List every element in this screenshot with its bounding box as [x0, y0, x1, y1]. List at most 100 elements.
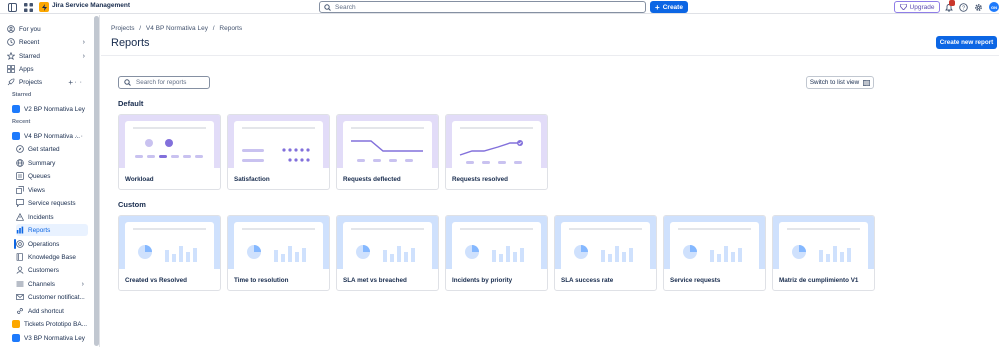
breadcrumb-reports[interactable]: Reports — [219, 25, 242, 32]
custom-report-preview — [779, 222, 868, 269]
sidebar-project-v3[interactable]: V3 BP Normativa Ley — [12, 332, 90, 344]
sidebar-project-v4[interactable]: V4 BP Normativa ... ··· — [12, 130, 90, 142]
report-card-label: Workload — [125, 176, 154, 183]
sidebar-item-label: Customers — [28, 266, 59, 274]
sidebar-item-channels[interactable]: Channels › — [16, 278, 88, 290]
report-card-requests-resolved[interactable]: Requests resolved — [445, 114, 548, 190]
globe-icon — [16, 159, 24, 167]
breadcrumb-separator: / — [212, 25, 215, 32]
sidebar-item-customers[interactable]: Customers — [16, 264, 88, 276]
sidebar-item-knowledge-base[interactable]: Knowledge Base — [16, 251, 88, 263]
svg-text:?: ? — [961, 5, 964, 11]
help-icon[interactable]: ? — [958, 2, 968, 12]
projects-rocket-icon — [7, 78, 15, 86]
jira-service-management-logo-icon[interactable] — [39, 2, 49, 12]
report-card-satisfaction[interactable]: Satisfaction — [227, 114, 330, 190]
sidebar-item-service-requests[interactable]: Service requests — [16, 197, 88, 209]
breadcrumb-project[interactable]: V4 BP Normativa Ley — [146, 25, 208, 32]
search-reports-input[interactable]: Search for reports — [118, 76, 210, 89]
sidebar-item-label: Service requests — [28, 199, 76, 207]
chat-bubble-icon — [16, 199, 24, 207]
apps-grid-icon — [7, 65, 15, 73]
switch-to-list-view-button[interactable]: Switch to list view — [806, 76, 874, 89]
sidebar-item-label: Starred — [19, 52, 40, 60]
sidebar-item-starred[interactable]: Starred › — [7, 50, 89, 62]
sidebar-item-operations[interactable]: Operations — [16, 238, 88, 250]
starred-section-label: Starred — [12, 92, 32, 98]
project-label: V3 BP Normativa Ley — [24, 334, 85, 342]
more-actions-icon[interactable]: ··· — [70, 133, 86, 140]
settings-gear-icon[interactable] — [973, 2, 983, 12]
search-placeholder: Search — [335, 3, 356, 11]
queue-list-icon — [16, 172, 24, 180]
create-button[interactable]: + Create — [650, 1, 688, 13]
report-card-sla-met-vs-breached[interactable]: SLA met vs breached — [336, 215, 439, 291]
sidebar-item-customer-notifications[interactable]: Customer notificat... — [16, 291, 88, 303]
custom-report-preview — [452, 222, 541, 269]
report-card-label: Satisfaction — [234, 176, 270, 183]
sidebar-item-label: Views — [28, 186, 45, 194]
sidebar-item-projects[interactable]: Projects + ··· — [7, 76, 89, 88]
requests-deflected-preview — [343, 121, 432, 168]
search-icon — [324, 3, 331, 11]
star-icon — [7, 52, 15, 60]
report-card-requests-deflected[interactable]: Requests deflected — [336, 114, 439, 190]
upgrade-button[interactable]: Upgrade — [894, 1, 940, 13]
sidebar-item-queues[interactable]: Queues — [16, 170, 88, 182]
sidebar-item-label: For you — [19, 25, 41, 33]
more-actions-icon[interactable]: ··· — [69, 79, 85, 86]
sidebar-project-v2[interactable]: V2 BP Normativa Ley — [12, 103, 90, 115]
report-card-created-vs-resolved[interactable]: Created vs Resolved — [118, 215, 221, 291]
report-card-sla-success-rate[interactable]: SLA success rate — [554, 215, 657, 291]
sidebar-item-reports[interactable]: Reports — [16, 224, 88, 236]
create-new-report-button[interactable]: Create new report — [936, 36, 997, 49]
sidebar-item-summary[interactable]: Summary — [16, 157, 88, 169]
sidebar-item-apps[interactable]: Apps — [7, 63, 89, 75]
sidebar-item-label: Queues — [28, 172, 51, 180]
report-card-time-to-resolution[interactable]: Time to resolution — [227, 215, 330, 291]
project-avatar-icon — [12, 320, 20, 328]
user-avatar[interactable]: GN — [989, 2, 999, 12]
report-card-label: Created vs Resolved — [125, 277, 187, 284]
sidebar-item-views[interactable]: Views — [16, 184, 88, 196]
breadcrumb-projects[interactable]: Projects — [111, 25, 134, 32]
custom-report-preview — [561, 222, 650, 269]
sidebar-item-label: Projects — [19, 78, 43, 86]
sidebar-item-incidents[interactable]: Incidents — [16, 211, 88, 223]
custom-report-preview — [234, 222, 323, 269]
sidebar-item-label: Reports — [28, 226, 51, 234]
header-divider — [101, 55, 999, 56]
sidebar-project-tickets-prototipo[interactable]: Tickets Prototipo BA... — [12, 318, 90, 330]
satisfaction-preview — [234, 121, 323, 168]
operations-icon — [16, 240, 24, 248]
sidebar-item-recent[interactable]: Recent › — [7, 36, 89, 48]
sidebar-scrollbar[interactable] — [94, 16, 99, 346]
upgrade-label: Upgrade — [909, 3, 935, 11]
report-card-label: Service requests — [670, 277, 721, 284]
sidebar-toggle-icon[interactable] — [7, 2, 17, 12]
page-title: Reports — [111, 37, 150, 49]
sidebar-item-get-started[interactable]: Get started — [16, 143, 88, 155]
clock-icon — [7, 38, 15, 46]
sidebar-item-add-shortcut[interactable]: Add shortcut — [16, 305, 88, 317]
app-switcher-icon[interactable] — [23, 2, 33, 12]
sidebar: For you Recent › Starred › Apps Projects… — [0, 15, 100, 347]
sidebar-item-label: Add shortcut — [28, 307, 64, 315]
switch-view-label: Switch to list view — [809, 79, 860, 86]
mail-icon — [16, 293, 24, 301]
warning-triangle-icon — [16, 213, 24, 221]
sidebar-item-for-you[interactable]: For you — [7, 23, 89, 35]
global-search-input[interactable]: Search — [319, 1, 646, 13]
workload-preview — [125, 121, 214, 168]
project-avatar-icon — [12, 334, 20, 342]
report-card-workload[interactable]: Workload — [118, 114, 221, 190]
report-card-label: SLA success rate — [561, 277, 614, 284]
report-card-label: Time to resolution — [234, 277, 289, 284]
report-card-label: Requests resolved — [452, 176, 508, 183]
report-card-matriz-de-cumplimiento[interactable]: Matriz de cumplimiento V1 — [772, 215, 875, 291]
recent-section-label: Recent — [12, 119, 31, 125]
app-name[interactable]: Jira Service Management — [52, 2, 130, 9]
report-card-service-requests[interactable]: Service requests — [663, 215, 766, 291]
report-card-incidents-by-priority[interactable]: Incidents by priority — [445, 215, 548, 291]
gem-icon — [899, 4, 907, 10]
